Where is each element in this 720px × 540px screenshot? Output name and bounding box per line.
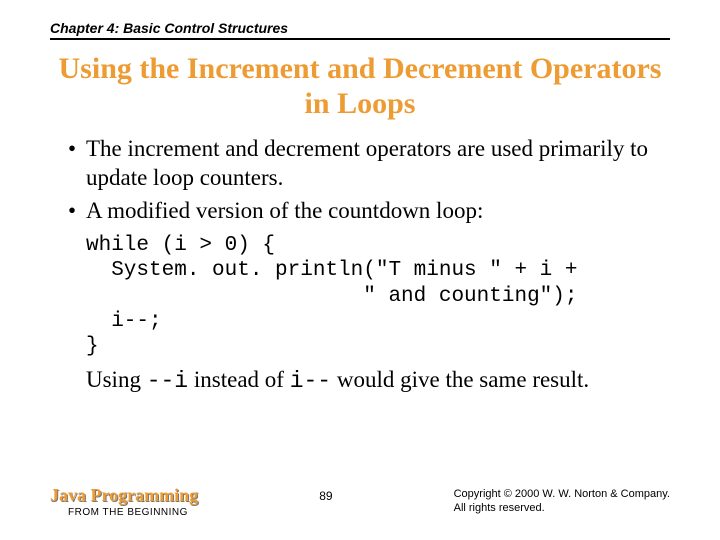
copyright-line: Copyright © 2000 W. W. Norton & Company. — [454, 487, 670, 501]
text: would give the same result. — [331, 367, 589, 392]
code-inline: --i — [147, 368, 188, 394]
book-title: Java Programming — [50, 485, 198, 506]
list-item: The increment and decrement operators ar… — [68, 135, 670, 193]
code-block: while (i > 0) { System. out. println("T … — [86, 233, 670, 359]
copyright: Copyright © 2000 W. W. Norton & Company.… — [454, 487, 670, 516]
page-number: 89 — [319, 489, 332, 503]
footer: Java Programming FROM THE BEGINNING 89 C… — [50, 485, 670, 518]
code-inline: i-- — [290, 368, 331, 394]
copyright-line: All rights reserved. — [454, 501, 670, 515]
chapter-header: Chapter 4: Basic Control Structures — [50, 20, 670, 40]
bullet-list: The increment and decrement operators ar… — [50, 135, 670, 225]
result-text: Using --i instead of i-- would give the … — [86, 365, 670, 397]
slide-title: Using the Increment and Decrement Operat… — [50, 52, 670, 121]
list-item: A modified version of the countdown loop… — [68, 197, 670, 226]
footer-left: Java Programming FROM THE BEGINNING — [50, 485, 198, 518]
text: instead of — [188, 367, 290, 392]
book-subtitle: FROM THE BEGINNING — [68, 507, 198, 518]
text: Using — [86, 367, 147, 392]
